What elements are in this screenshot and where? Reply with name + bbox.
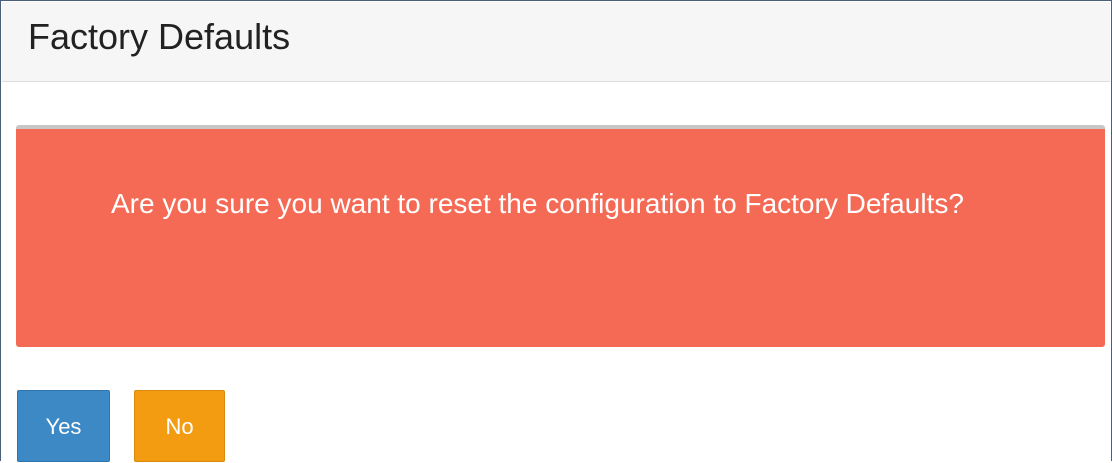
factory-defaults-panel: Factory Defaults Are you sure you want t… bbox=[0, 0, 1112, 462]
alert-message: Are you sure you want to reset the confi… bbox=[111, 188, 964, 219]
no-button[interactable]: No bbox=[134, 390, 225, 462]
yes-button[interactable]: Yes bbox=[17, 390, 110, 462]
warning-alert: Are you sure you want to reset the confi… bbox=[16, 125, 1105, 347]
page-title: Factory Defaults bbox=[28, 16, 291, 57]
page-header: Factory Defaults bbox=[2, 2, 1110, 82]
